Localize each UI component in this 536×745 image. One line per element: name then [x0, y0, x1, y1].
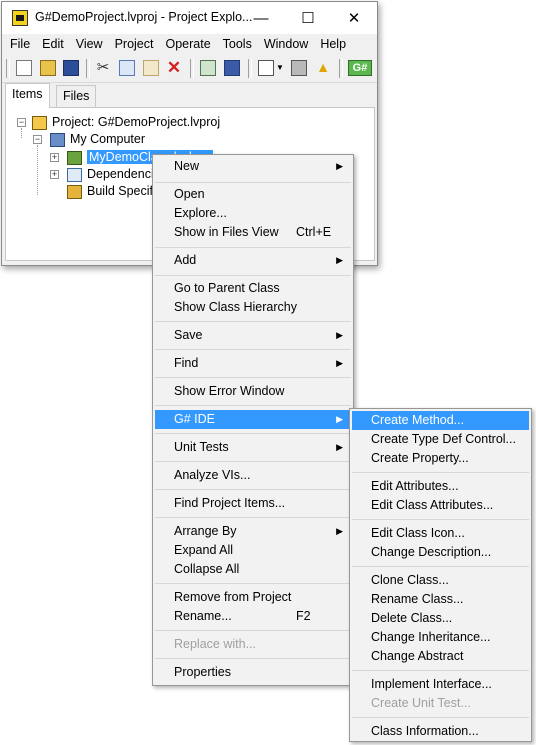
menu-item-create-property[interactable]: Create Property...	[352, 449, 529, 468]
chevron-down-icon[interactable]: ▼	[276, 60, 284, 76]
menu-item-add[interactable]: Add ▶	[155, 251, 351, 270]
menu-item-create-type-def-control[interactable]: Create Type Def Control...	[352, 430, 529, 449]
menu-item-implement-interface[interactable]: Implement Interface...	[352, 675, 529, 694]
menu-item-delete-class[interactable]: Delete Class...	[352, 609, 529, 628]
menu-item-replace-with: Replace with...	[174, 637, 256, 651]
menu-item-change-abstract[interactable]: Change Abstract	[352, 647, 529, 666]
menu-item-new[interactable]: New ▶	[155, 157, 351, 176]
title-bar[interactable]: G#DemoProject.lvproj - Project Explo... …	[2, 2, 377, 34]
menu-item-unit-tests[interactable]: Unit Tests ▶	[155, 438, 351, 457]
tab-items[interactable]: Items	[5, 83, 50, 108]
delete-icon[interactable]: ✕	[166, 59, 182, 76]
view-options-icon[interactable]	[258, 60, 274, 76]
project-icon	[32, 115, 47, 130]
paste-icon[interactable]	[143, 60, 159, 76]
collapse-icon[interactable]: −	[33, 135, 42, 144]
save-all-icon[interactable]	[63, 60, 79, 76]
toolbar-grip	[6, 59, 10, 78]
cut-icon[interactable]: ✂	[95, 60, 111, 76]
tree-item-project[interactable]: Project: G#DemoProject.lvproj	[32, 114, 220, 131]
expand-icon[interactable]: +	[50, 153, 59, 162]
menu-item-arrange-by[interactable]: Arrange By ▶	[155, 522, 351, 541]
menu-item-find-project-items[interactable]: Find Project Items...	[155, 494, 351, 513]
menu-item-analyze-vis[interactable]: Analyze VIs...	[155, 466, 351, 485]
menu-item-find[interactable]: Find ▶	[155, 354, 351, 373]
submenu-arrow-icon: ▶	[336, 330, 343, 340]
menu-item-go-to-parent-class[interactable]: Go to Parent Class	[155, 279, 351, 298]
build-icon[interactable]	[200, 60, 216, 76]
gsharp-icon[interactable]: G#	[348, 60, 372, 76]
warning-icon[interactable]: ▲	[315, 60, 331, 76]
menu-item-save[interactable]: Save ▶	[155, 326, 351, 345]
menu-tools[interactable]: Tools	[217, 37, 258, 51]
menu-item-change-description[interactable]: Change Description...	[352, 543, 529, 562]
menu-help[interactable]: Help	[314, 37, 352, 51]
open-folder-icon[interactable]	[40, 60, 56, 76]
tab-files[interactable]: Files	[56, 85, 97, 107]
menu-item-properties[interactable]: Properties	[155, 663, 351, 682]
submenu-arrow-icon: ▶	[336, 526, 343, 536]
menu-item-change-inheritance[interactable]: Change Inheritance...	[352, 628, 529, 647]
settings-icon[interactable]	[291, 60, 307, 76]
menu-view[interactable]: View	[70, 37, 109, 51]
maximize-button[interactable]: ☐	[285, 2, 331, 34]
menu-edit[interactable]: Edit	[36, 37, 70, 51]
menu-item-clone-class[interactable]: Clone Class...	[352, 571, 529, 590]
menu-item-collapse-all[interactable]: Collapse All	[155, 560, 351, 579]
submenu-arrow-icon: ▶	[336, 358, 343, 368]
menu-item-edit-attributes[interactable]: Edit Attributes...	[352, 477, 529, 496]
class-icon	[67, 150, 82, 165]
submenu-arrow-icon: ▶	[336, 161, 343, 171]
menu-item-remove-from-project[interactable]: Remove from Project	[155, 588, 351, 607]
context-menu: New ▶ Open Explore... Show in Files View C…	[152, 154, 354, 686]
computer-icon	[50, 132, 65, 147]
new-file-icon[interactable]	[16, 60, 32, 76]
menu-item-explore[interactable]: Explore...	[155, 204, 351, 223]
menu-project[interactable]: Project	[109, 37, 160, 51]
collapse-icon[interactable]: −	[17, 118, 26, 127]
dependencies-icon	[67, 167, 82, 182]
menu-item-show-class-hierarchy[interactable]: Show Class Hierarchy	[155, 298, 351, 317]
expand-icon[interactable]: +	[50, 170, 59, 179]
minimize-button[interactable]: —	[238, 2, 284, 34]
menu-item-create-method[interactable]: Create Method...	[352, 411, 529, 430]
menu-window[interactable]: Window	[258, 37, 314, 51]
menu-item-gsharp-ide[interactable]: G# IDE ▶	[155, 410, 351, 429]
window-title: G#DemoProject.lvproj - Project Explo...	[35, 10, 253, 24]
menu-operate[interactable]: Operate	[159, 37, 216, 51]
menu-item-edit-class-attributes[interactable]: Edit Class Attributes...	[352, 496, 529, 515]
labview-project-icon	[12, 10, 28, 26]
menu-item-open[interactable]: Open	[155, 185, 351, 204]
menu-item-expand-all[interactable]: Expand All	[155, 541, 351, 560]
menu-item-show-in-files-view[interactable]: Show in Files View Ctrl+E	[155, 223, 351, 242]
submenu-arrow-icon: ▶	[336, 255, 343, 265]
menu-item-show-error-window[interactable]: Show Error Window	[155, 382, 351, 401]
save-project-icon[interactable]	[224, 60, 240, 76]
copy-icon[interactable]	[119, 60, 135, 76]
toolbar: ✂ ✕ ▼ ▲ G#	[2, 54, 377, 83]
menu-item-rename[interactable]: Rename... F2	[155, 607, 351, 626]
tree-item-my-computer[interactable]: My Computer	[50, 131, 145, 148]
menu-item-create-unit-test: Create Unit Test...	[371, 696, 471, 710]
menu-item-class-information[interactable]: Class Information...	[352, 722, 529, 741]
menu-bar: File Edit View Project Operate Tools Win…	[2, 34, 377, 54]
submenu-arrow-icon: ▶	[336, 442, 343, 452]
close-button[interactable]: ✕	[331, 2, 377, 34]
gsharp-ide-submenu: Create Method... Create Type Def Control…	[349, 408, 532, 742]
menu-item-edit-class-icon[interactable]: Edit Class Icon...	[352, 524, 529, 543]
build-specifications-icon	[67, 184, 82, 199]
menu-item-rename-class[interactable]: Rename Class...	[352, 590, 529, 609]
submenu-arrow-icon: ▶	[336, 414, 343, 424]
menu-file[interactable]: File	[4, 37, 36, 51]
